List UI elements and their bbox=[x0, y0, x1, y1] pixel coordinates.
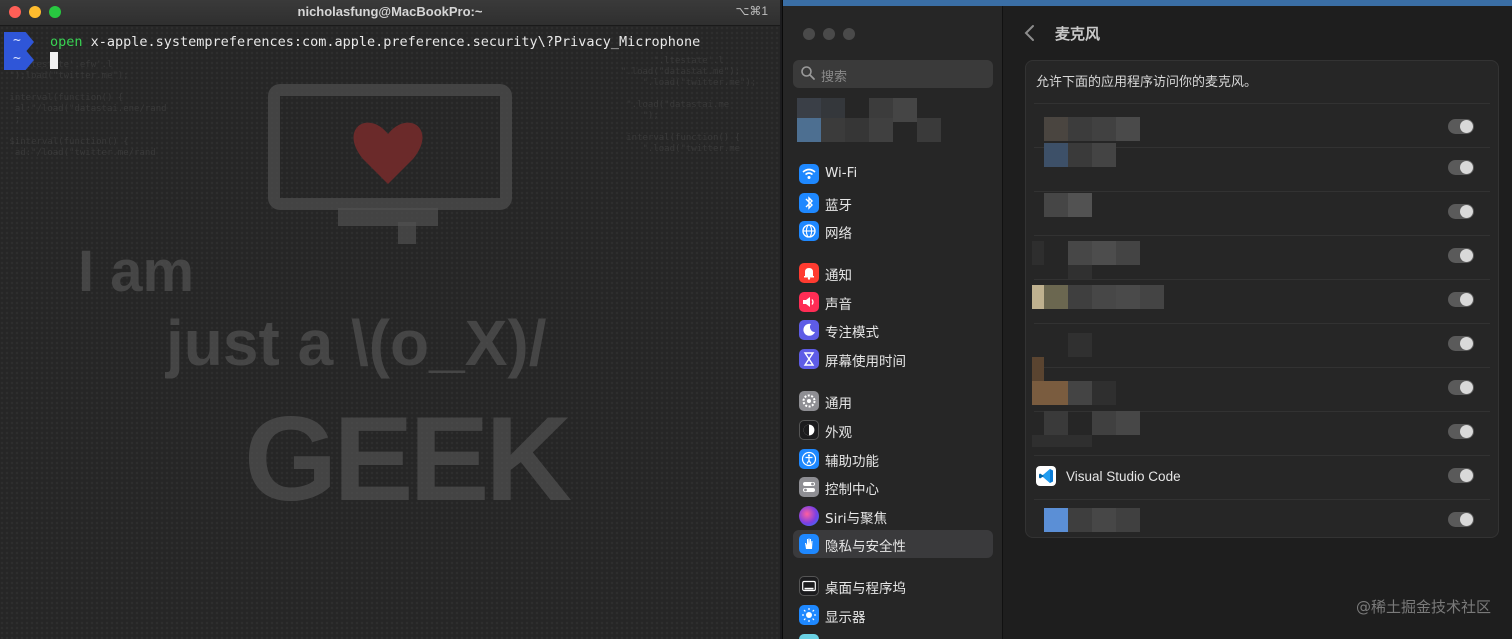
terminal-shortcut: ⌥⌘1 bbox=[735, 4, 768, 18]
microphone-toggle[interactable] bbox=[1448, 119, 1474, 134]
sidebar-item-focus[interactable]: 专注模式 bbox=[793, 316, 993, 344]
sidebar-item-privacy-security[interactable]: 隐私与安全性 bbox=[793, 530, 993, 558]
microphone-toggle[interactable] bbox=[1448, 336, 1474, 351]
wallpaper-text-line1: I am bbox=[78, 239, 195, 304]
app-row bbox=[1026, 499, 1498, 543]
terminal-window[interactable]: nicholasfung@MacBookPro:~ ⌥⌘1 .ltestate'… bbox=[0, 0, 780, 639]
microphone-apps-panel: 允许下面的应用程序访问你的麦克风。 Visual Studio Code bbox=[1025, 60, 1499, 538]
settings-main-pane: 麦克风 允许下面的应用程序访问你的麦克风。 Visual Studio Code… bbox=[1003, 6, 1512, 639]
sidebar-item-accessibility[interactable]: 辅助功能 bbox=[793, 445, 993, 473]
sidebar-item-sound[interactable]: 声音 bbox=[793, 288, 993, 316]
app-row-vscode: Visual Studio Code bbox=[1026, 455, 1498, 499]
sidebar-item-general[interactable]: 通用 bbox=[793, 387, 993, 415]
terminal-titlebar[interactable]: nicholasfung@MacBookPro:~ ⌥⌘1 bbox=[0, 0, 780, 26]
blurred-app-icon bbox=[1032, 285, 1044, 309]
terminal-title: nicholasfung@MacBookPro:~ bbox=[297, 4, 483, 19]
sidebar-item-appearance[interactable]: 外观 bbox=[793, 416, 993, 444]
wallpaper-code-left: .ltestate'.efw'.l ");load("twitter.me");… bbox=[9, 60, 167, 158]
microphone-toggle[interactable] bbox=[1448, 292, 1474, 307]
sidebar-item-next-partial[interactable] bbox=[793, 630, 993, 639]
microphone-toggle[interactable] bbox=[1448, 160, 1474, 175]
sidebar-item-bluetooth[interactable]: 蓝牙 bbox=[793, 189, 993, 217]
microphone-toggle[interactable] bbox=[1448, 512, 1474, 527]
command-text[interactable]: open x-apple.systempreferences:com.apple… bbox=[50, 34, 700, 50]
app-row bbox=[1026, 143, 1498, 191]
app-row bbox=[1026, 191, 1498, 235]
prompt-badge: ~ bbox=[4, 32, 34, 52]
app-row bbox=[1026, 279, 1498, 323]
app-row bbox=[1026, 323, 1498, 367]
sidebar-item-screen-time[interactable]: 屏幕使用时间 bbox=[793, 345, 993, 373]
panel-description: 允许下面的应用程序访问你的麦克风。 bbox=[1036, 75, 1258, 90]
blurred-app-icon bbox=[1044, 143, 1068, 167]
speaker-icon bbox=[799, 292, 819, 312]
dock-icon bbox=[799, 576, 819, 596]
blurred-app-icon bbox=[1068, 333, 1092, 357]
user-profile-blurred[interactable] bbox=[797, 98, 947, 144]
blurred-app-icon bbox=[1044, 508, 1068, 532]
text-cursor bbox=[50, 52, 58, 69]
accessibility-icon bbox=[799, 449, 819, 469]
microphone-toggle[interactable] bbox=[1448, 380, 1474, 395]
sidebar-item-network[interactable]: 网络 bbox=[793, 217, 993, 245]
watermark-text: @稀土掘金技术社区 bbox=[1355, 598, 1491, 616]
bluetooth-icon bbox=[799, 193, 819, 213]
wallpaper-text-line2: just a \(o_X)/ bbox=[166, 307, 547, 379]
prompt-line-1: ~ open x-apple.systempreferences:com.app… bbox=[4, 32, 764, 52]
blurred-app-icon bbox=[1032, 241, 1044, 265]
wallpaper-icon bbox=[799, 634, 819, 639]
prompt-badge: ~ bbox=[4, 50, 34, 70]
zoom-button[interactable] bbox=[843, 28, 855, 40]
vscode-icon bbox=[1036, 466, 1056, 486]
app-row bbox=[1026, 103, 1498, 147]
monitor-heart-art bbox=[268, 84, 512, 244]
system-settings-window[interactable]: 搜索 Wi-Fi 蓝牙 网络 通知 声音 专注模式 屏幕使用时间 通用 外观 辅… bbox=[782, 0, 1512, 639]
app-row bbox=[1026, 357, 1498, 411]
moon-icon bbox=[799, 320, 819, 340]
hand-icon bbox=[799, 534, 819, 554]
globe-icon bbox=[799, 221, 819, 241]
hourglass-icon bbox=[799, 349, 819, 369]
microphone-toggle[interactable] bbox=[1448, 248, 1474, 263]
blurred-app-icon bbox=[1044, 193, 1068, 217]
appearance-icon bbox=[799, 420, 819, 440]
minimize-button[interactable] bbox=[823, 28, 835, 40]
back-chevron-icon[interactable] bbox=[1023, 23, 1037, 43]
sidebar-item-notifications[interactable]: 通知 bbox=[793, 259, 993, 287]
blurred-app-icon bbox=[1044, 411, 1068, 435]
sidebar-item-desktop-dock[interactable]: 桌面与程序坞 bbox=[793, 572, 993, 600]
search-placeholder: 搜索 bbox=[821, 70, 848, 85]
siri-icon bbox=[799, 506, 819, 526]
app-row bbox=[1026, 235, 1498, 279]
sidebar-item-control-center[interactable]: 控制中心 bbox=[793, 473, 993, 501]
prompt-line-2: ~ bbox=[4, 50, 764, 70]
display-icon bbox=[799, 605, 819, 625]
control-center-icon bbox=[799, 477, 819, 497]
blurred-app-icon bbox=[1032, 357, 1044, 381]
gear-icon bbox=[799, 391, 819, 411]
search-icon bbox=[801, 66, 815, 80]
microphone-toggle[interactable] bbox=[1448, 424, 1474, 439]
terminal-body[interactable]: .ltestate'.efw'.l ");load("twitter.me");… bbox=[0, 26, 780, 639]
microphone-toggle[interactable] bbox=[1448, 468, 1474, 483]
settings-sidebar: 搜索 Wi-Fi 蓝牙 网络 通知 声音 专注模式 屏幕使用时间 通用 外观 辅… bbox=[783, 6, 1003, 639]
wallpaper-code-right: ".ltestate'.l ".load("datastat.me"); ".l… bbox=[620, 56, 757, 154]
app-row bbox=[1026, 411, 1498, 455]
close-button[interactable] bbox=[803, 28, 815, 40]
sidebar-item-siri[interactable]: Siri与聚焦 bbox=[793, 502, 993, 530]
command-keyword: open bbox=[50, 34, 83, 50]
sidebar-item-wifi[interactable]: Wi-Fi bbox=[793, 160, 993, 188]
sidebar-item-displays[interactable]: 显示器 bbox=[793, 601, 993, 629]
command-args: x-apple.systempreferences:com.apple.pref… bbox=[82, 34, 701, 50]
microphone-toggle[interactable] bbox=[1448, 204, 1474, 219]
page-title: 麦克风 bbox=[1055, 25, 1101, 43]
wifi-icon bbox=[799, 164, 819, 184]
blurred-app-icon bbox=[1044, 117, 1068, 141]
search-input[interactable]: 搜索 bbox=[793, 60, 993, 88]
app-name-vscode: Visual Studio Code bbox=[1066, 469, 1181, 484]
wallpaper-text-line3: GEEK bbox=[244, 392, 572, 526]
bell-icon bbox=[799, 263, 819, 283]
